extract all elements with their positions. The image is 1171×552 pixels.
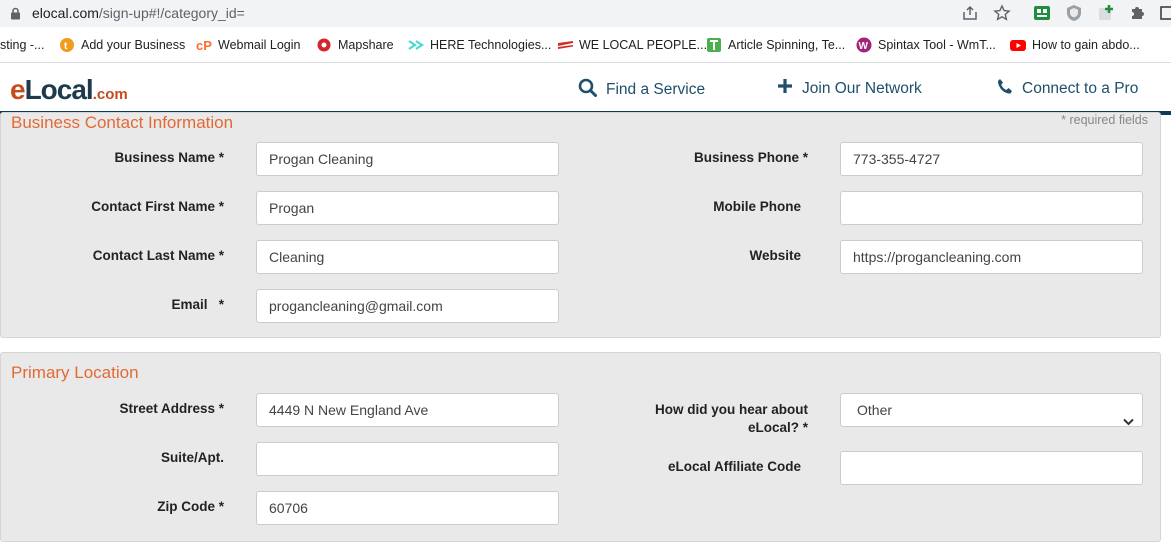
puzzle-icon[interactable] bbox=[1129, 4, 1147, 22]
logo-e: e bbox=[10, 74, 26, 105]
plus-extension-icon[interactable] bbox=[1097, 4, 1115, 22]
browser-address-bar[interactable]: elocal.com/sign-up#!/category_id= bbox=[0, 0, 1171, 27]
chevron-down-icon bbox=[1123, 405, 1134, 437]
website-input[interactable]: https://progancleaning.com bbox=[840, 240, 1143, 274]
zip-code-label: Zip Code * bbox=[157, 499, 224, 514]
website-label: Website bbox=[749, 248, 801, 263]
bookmark-favicon-icon bbox=[408, 37, 424, 53]
email-input[interactable]: progancleaning@gmail.com bbox=[256, 289, 559, 323]
shield-extension-icon[interactable] bbox=[1065, 4, 1083, 22]
bookmark-label: Add your Business bbox=[81, 38, 186, 52]
bookmark-label: Webmail Login bbox=[218, 38, 301, 52]
window-icon[interactable] bbox=[1160, 4, 1171, 22]
extension-green-icon[interactable] bbox=[1033, 4, 1051, 22]
nav-find-service[interactable]: Find a Service bbox=[578, 78, 705, 102]
elocal-logo[interactable]: eLocal.com bbox=[10, 74, 128, 106]
email-label: Email * bbox=[171, 297, 224, 312]
business-phone-input[interactable]: 773-355-4727 bbox=[840, 142, 1143, 176]
bookmark-label: sting -... bbox=[0, 38, 45, 52]
mobile-phone-input[interactable] bbox=[840, 191, 1143, 225]
affiliate-code-input[interactable] bbox=[840, 451, 1143, 485]
phone-icon bbox=[997, 78, 1013, 100]
url-host: elocal.com bbox=[32, 5, 99, 21]
bookmarks-bar: sting -... t Add your Business cP Webmai… bbox=[0, 27, 1171, 63]
business-contact-panel: Business Contact Information * required … bbox=[0, 112, 1161, 338]
panel-title: Primary Location bbox=[11, 363, 139, 382]
contact-first-name-label: Contact First Name * bbox=[91, 199, 224, 214]
bookmark-item[interactable]: WE LOCAL PEOPLE... bbox=[557, 36, 707, 54]
bookmark-label: Spintax Tool - WmT... bbox=[878, 38, 996, 52]
search-icon bbox=[578, 78, 597, 102]
business-name-input[interactable]: Progan Cleaning bbox=[256, 142, 559, 176]
bookmark-item[interactable]: HERE Technologies... bbox=[408, 36, 551, 54]
bookmark-item[interactable]: How to gain abdo... bbox=[1010, 36, 1140, 54]
url-text[interactable]: elocal.com/sign-up#!/category_id= bbox=[32, 5, 245, 21]
business-phone-label: Business Phone * bbox=[693, 150, 808, 165]
logo-com: .com bbox=[92, 86, 128, 103]
nav-connect-pro-label: Connect to a Pro bbox=[1022, 80, 1139, 97]
how-did-you-hear-select[interactable]: Other bbox=[840, 393, 1143, 427]
suite-apt-label: Suite/Apt. bbox=[161, 450, 224, 465]
contact-last-name-input[interactable]: Cleaning bbox=[256, 240, 559, 274]
bookmark-label: How to gain abdo... bbox=[1032, 38, 1140, 52]
bookmark-favicon-icon bbox=[316, 37, 332, 53]
street-address-label: Street Address * bbox=[119, 401, 224, 416]
svg-text:W: W bbox=[859, 41, 869, 52]
youtube-icon bbox=[1010, 37, 1026, 53]
nav-join-network[interactable]: Join Our Network bbox=[777, 78, 922, 99]
nav-join-network-label: Join Our Network bbox=[802, 79, 922, 97]
bookmark-label: Article Spinning, Te... bbox=[728, 38, 846, 52]
bookmark-item[interactable]: Mapshare bbox=[316, 36, 394, 54]
select-value: Other bbox=[857, 402, 893, 418]
bookmark-item[interactable]: cP Webmail Login bbox=[196, 36, 300, 54]
affiliate-code-label: eLocal Affiliate Code bbox=[667, 459, 801, 474]
bookmark-item[interactable]: W Spintax Tool - WmT... bbox=[856, 36, 996, 54]
nav-find-service-label: Find a Service bbox=[606, 81, 706, 98]
bookmark-label: HERE Technologies... bbox=[430, 38, 552, 52]
bookmark-favicon-icon bbox=[706, 37, 722, 53]
street-address-input[interactable]: 4449 N New England Ave bbox=[256, 393, 559, 427]
bookmark-favicon-icon: t bbox=[59, 37, 75, 53]
site-header: eLocal.com Find a Service Join Our Netwo… bbox=[0, 64, 1171, 112]
bookmark-item[interactable]: t Add your Business bbox=[59, 36, 185, 54]
plus-icon bbox=[777, 78, 793, 99]
panel-title: Business Contact Information bbox=[11, 113, 234, 132]
bookmark-label: Mapshare bbox=[338, 38, 394, 52]
bookmark-star-icon[interactable] bbox=[993, 4, 1011, 22]
bookmark-label: WE LOCAL PEOPLE... bbox=[579, 38, 708, 52]
primary-location-panel: Primary Location Street Address * 4449 N… bbox=[0, 352, 1161, 542]
zip-code-input[interactable]: 60706 bbox=[256, 491, 559, 525]
contact-last-name-label: Contact Last Name * bbox=[92, 248, 224, 263]
bookmark-item[interactable]: sting -... bbox=[0, 36, 44, 54]
bookmark-favicon-icon: cP bbox=[196, 37, 212, 53]
share-icon[interactable] bbox=[961, 4, 979, 22]
nav-connect-pro[interactable]: Connect to a Pro bbox=[997, 78, 1138, 100]
bookmark-favicon-icon: W bbox=[856, 37, 872, 53]
contact-first-name-input[interactable]: Progan bbox=[256, 191, 559, 225]
how-did-you-hear-label: How did you hear about eLocal? * bbox=[654, 402, 808, 435]
lock-icon bbox=[10, 7, 21, 25]
url-path: /sign-up#!/category_id= bbox=[98, 5, 245, 21]
bookmark-item[interactable]: Article Spinning, Te... bbox=[706, 36, 845, 54]
logo-local: Local bbox=[24, 74, 94, 105]
bookmark-favicon-icon bbox=[557, 37, 573, 53]
svg-text:cP: cP bbox=[196, 38, 212, 53]
suite-apt-input[interactable] bbox=[256, 442, 559, 476]
mobile-phone-label: Mobile Phone bbox=[713, 199, 801, 214]
business-name-label: Business Name * bbox=[114, 150, 224, 165]
required-fields-note: * required fields bbox=[1061, 113, 1148, 127]
